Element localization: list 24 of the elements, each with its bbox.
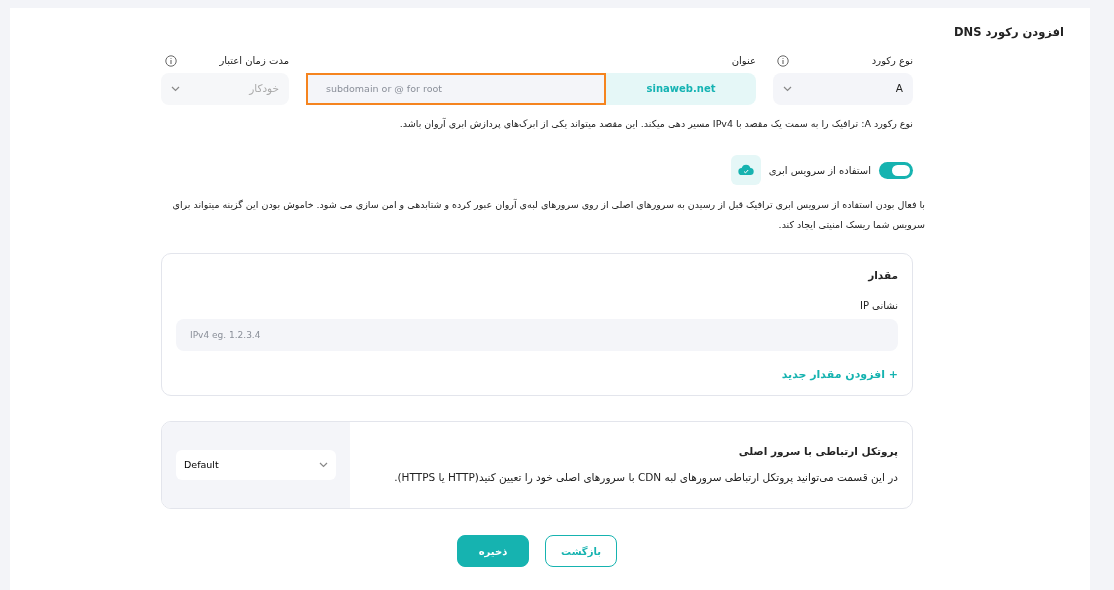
- field-label: نشانی IP: [858, 298, 898, 313]
- add-value-link[interactable]: + افزودن مقدار جدید: [781, 367, 898, 381]
- chevron-icon: [319, 462, 328, 469]
- chevron-icon: [171, 85, 180, 92]
- field-label: مدت زمان اعتبار: [219, 54, 289, 69]
- toggle-switch[interactable]: [879, 161, 913, 179]
- field-label: عنوان: [731, 54, 756, 69]
- protocol-description: در این قسمت می‌توانید پروتکل ارتباطی سرورهای لبه CDN با سرورهای اصلی خود را تعیین کنید(HTTP یا HTTPS).: [393, 470, 898, 486]
- ip-input-field[interactable]: IPv4 eg. 1.2.3.4: [176, 318, 898, 351]
- card-title: پروتکل ارتباطی با سرور اصلی: [737, 444, 898, 460]
- page-title: افزودن رکورد DNS: [953, 26, 1064, 40]
- domain-suffix: sinaweb.net: [606, 72, 756, 105]
- cloud-icon: [730, 155, 761, 186]
- select-field[interactable]: A: [773, 72, 913, 105]
- field-label: نوع رکورد: [871, 54, 913, 69]
- back-button[interactable]: بازگشت: [545, 535, 617, 568]
- chevron-icon: [783, 85, 792, 92]
- save-button[interactable]: ذخیره: [457, 535, 529, 568]
- cloud-description: با فعال بودن استفاده از سرویس ابری ترافیک قبل از رسیدن به سرورهای اصلی از روی سرورهای لبه‌ی آروان عبور کرده و شتابدهی و امن سازی می شود. خاموش بودن این گزینه میتواند برای سرویس شما ریسک امنیتی ایجاد کند.: [171, 198, 925, 233]
- toggle-label: استفاده از سرویس ابری: [768, 163, 871, 178]
- subdomain-input-field[interactable]: subdomain or @ for root: [306, 72, 606, 105]
- record-type-hint: نوع رکورد A: ترافیک را به سمت یک مقصد با IPv4 مسیر دهی میکند. این مقصد میتواند یکی از ابرک‌های پردازش ابری آروان باشد.: [398, 116, 913, 131]
- card-title: مقدار: [866, 268, 898, 284]
- protocol-select[interactable]: Default: [176, 450, 336, 481]
